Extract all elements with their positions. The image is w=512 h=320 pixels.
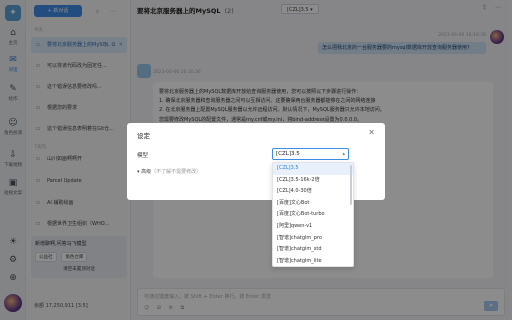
close-icon[interactable]: ✕ (368, 128, 375, 137)
model-option[interactable]: [CZL]4.0-30倍 (273, 186, 353, 198)
model-dropdown: [CZL]3.5 [CZL]3.5-16k-2倍 [CZL]4.0-30倍 [百… (272, 162, 354, 267)
model-option[interactable]: [阿里]qwen-v1 (273, 221, 353, 233)
model-option[interactable]: [百度]文心Bot-turbo (273, 209, 353, 221)
advanced-hint: （不了解不需要修改） (151, 169, 202, 175)
model-option[interactable]: [智谱]chatglm_pro (273, 233, 353, 245)
advanced-toggle[interactable]: ▾ 高级（不了解不需要修改） (137, 168, 201, 175)
advanced-label: ▾ 高级 (137, 169, 152, 175)
chevron-up-icon: ▴ (342, 151, 345, 157)
model-option[interactable]: [智谱]chatglm_std (273, 244, 353, 256)
model-option[interactable]: [百度]文心Bot (273, 198, 353, 210)
modal-title: 设定 (137, 132, 150, 140)
model-select-value: [CZL]3.5 (276, 151, 300, 157)
model-label: 模型 (137, 153, 149, 159)
model-option[interactable]: [智谱]chatglm_lite (273, 256, 353, 266)
model-select[interactable]: [CZL]3.5 ▴ (272, 148, 349, 160)
dropdown-scrollbar[interactable] (350, 165, 352, 205)
model-option[interactable]: [CZL]3.5-16k-2倍 (273, 175, 353, 187)
model-option[interactable]: [CZL]3.5 (273, 163, 353, 175)
